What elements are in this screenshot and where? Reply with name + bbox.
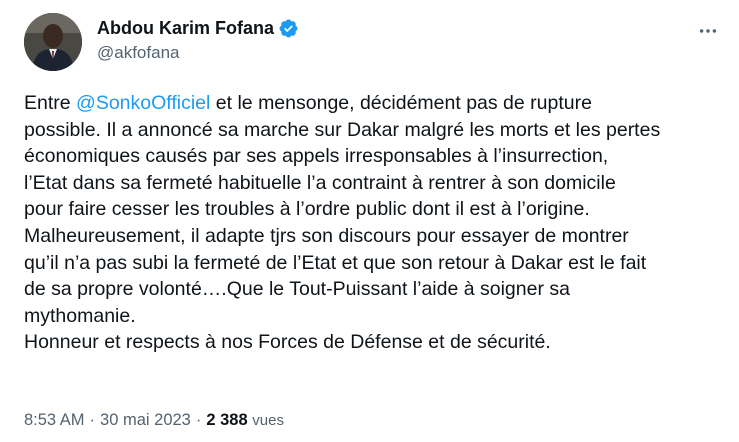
author-display-name[interactable]: Abdou Karim Fofana [97, 18, 274, 39]
author-avatar[interactable] [24, 13, 82, 71]
more-options-button[interactable] [695, 18, 721, 44]
tweet-card: Abdou Karim Fofana @akfofana Entre @Sonk… [0, 0, 739, 442]
tweet-line: l’Etat dans sa fermeté habituelle l’a co… [24, 171, 616, 194]
views-label: vues [252, 412, 284, 429]
tweet-date: 30 mai 2023 [100, 411, 191, 429]
meta-separator: · [89, 411, 96, 429]
timestamp-link[interactable]: 8:53 AM · 30 mai 2023 [24, 411, 191, 429]
tweet-line: pour faire cesser les troubles à l’ordre… [24, 198, 590, 221]
tweet-line: Malheureusement, il adapte tjrs son disc… [24, 224, 629, 247]
meta-separator: · [195, 411, 202, 429]
verified-badge-icon[interactable] [278, 18, 299, 39]
tweet-line: de sa propre volonté….Que le Tout-Puissa… [24, 278, 570, 301]
author-name-row: Abdou Karim Fofana [97, 16, 299, 40]
tweet-line: possible. Il a annoncé sa marche sur Dak… [24, 118, 661, 141]
ellipsis-icon [699, 29, 717, 33]
mention-link[interactable]: @SonkoOfficiel [76, 92, 210, 114]
tweet-line: Honneur et respects à nos Forces de Défe… [24, 331, 551, 354]
tweet-line: économiques causés par ses appels irresp… [24, 145, 609, 168]
tweet-line: Entre @SonkoOfficiel et le mensonge, déc… [24, 90, 724, 117]
tweet-text-segment: et le mensonge, décidément pas de ruptur… [210, 92, 592, 114]
author-handle[interactable]: @akfofana [97, 43, 179, 63]
tweet-text-segment: Entre [24, 92, 77, 114]
tweet-line: mythomanie. [24, 304, 136, 327]
profile-photo [24, 13, 82, 71]
tweet-line: qu’il n’a pas subi la fermeté de l’Etat … [24, 251, 647, 274]
tweet-time: 8:53 AM [24, 411, 85, 429]
tweet-text: Entre @SonkoOfficiel et le mensonge, déc… [24, 90, 724, 356]
views-count[interactable]: 2 388 [206, 411, 247, 429]
tweet-metadata: 8:53 AM · 30 mai 2023 · 2 388 vues [24, 411, 284, 430]
